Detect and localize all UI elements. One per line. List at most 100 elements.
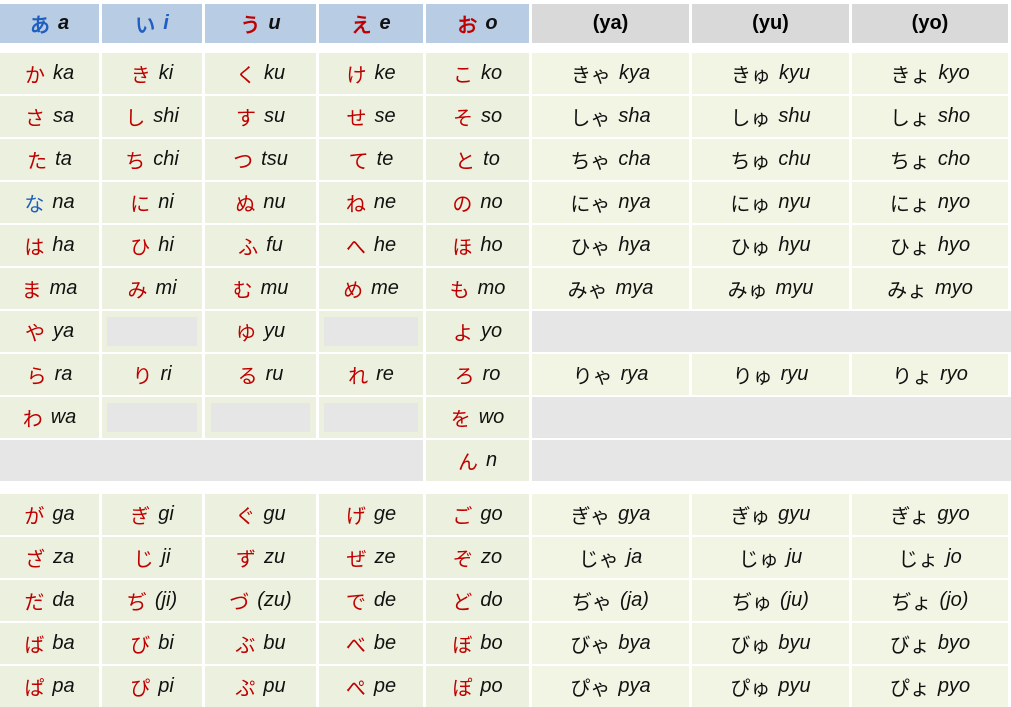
kana-char: ぐ	[235, 504, 256, 528]
romaji-text: hyo	[937, 234, 971, 256]
kana-char: みょ	[887, 278, 928, 302]
kana-char: げ	[345, 504, 366, 528]
kana-cell-shu: しゅ shu	[692, 96, 849, 137]
kana-char: しゃ	[570, 106, 611, 130]
romaji-text: ya	[52, 320, 75, 342]
kana-cell-ki: き ki	[102, 53, 202, 94]
romaji-text: tsu	[261, 148, 288, 170]
romaji-text: zu	[263, 546, 286, 568]
romaji-text: chi	[153, 148, 179, 170]
kana-char: ぢょ	[891, 590, 932, 614]
kana-cell-chi: ち chi	[102, 139, 202, 180]
kana-char: せ	[346, 106, 367, 130]
kana-char: む	[232, 278, 253, 302]
romaji-text: ji	[161, 546, 171, 568]
romaji-text: hya	[618, 234, 651, 256]
header-yoon-label: (yu)	[752, 12, 789, 34]
kana-char: ほ	[452, 235, 473, 259]
romaji-text: me	[371, 277, 399, 299]
romaji-text: po	[480, 675, 503, 697]
kana-char: ぴょ	[889, 676, 930, 700]
kana-cell-hyu: ひゅ hyu	[692, 225, 849, 266]
kana-char: ひょ	[889, 235, 930, 259]
kana-cell-byo: びょ byo	[852, 623, 1008, 664]
romaji-text: kyo	[938, 62, 970, 84]
kana-char: ん	[457, 450, 478, 474]
empty-cell	[102, 311, 202, 352]
romaji-text: bu	[263, 632, 286, 654]
kana-char: びょ	[889, 633, 930, 657]
romaji-text: pyu	[778, 675, 811, 697]
header-kana: あ	[29, 13, 50, 37]
kana-char: つ	[233, 149, 254, 173]
kana-cell-ne: ね ne	[319, 182, 423, 223]
kana-cell-gyo: ぎょ gyo	[852, 494, 1008, 535]
romaji-text: sa	[52, 105, 75, 127]
kana-char: ぴゃ	[570, 676, 611, 700]
romaji-text: shi	[153, 105, 179, 127]
romaji-text: ryo	[940, 363, 968, 385]
romaji-text: mya	[615, 277, 654, 299]
romaji-text: ra	[54, 363, 73, 385]
romaji-text: kyu	[778, 62, 811, 84]
kana-char: じゃ	[578, 547, 619, 571]
kana-cell-fu: ふ fu	[205, 225, 316, 266]
romaji-text: pu	[263, 675, 286, 697]
kana-char: ひ	[130, 235, 151, 259]
kana-char: にゃ	[570, 192, 611, 216]
kana-char: ぬ	[235, 192, 256, 216]
kana-cell-pi: ぴ pi	[102, 666, 202, 707]
romaji-text: gu	[263, 503, 286, 525]
romaji-text: ni	[158, 191, 174, 213]
kana-cell-ya: や ya	[0, 311, 99, 352]
kana-cell-ji: ぢ (ji)	[102, 580, 202, 621]
kana-cell-zo: ぞ zo	[426, 537, 529, 578]
header-romaji: u	[268, 12, 281, 34]
kana-char: しゅ	[730, 106, 771, 130]
kana-cell-mu: む mu	[205, 268, 316, 309]
romaji-text: hi	[158, 234, 174, 256]
kana-char: や	[24, 321, 45, 345]
kana-cell-zu: ず zu	[205, 537, 316, 578]
kana-char: ぎゅ	[730, 504, 771, 528]
kana-char: ご	[452, 504, 473, 528]
empty-cell-fill	[210, 403, 311, 432]
empty-region-left	[0, 440, 423, 481]
romaji-text: na	[52, 191, 75, 213]
kana-cell-bu: ぶ bu	[205, 623, 316, 664]
kana-cell-gya: ぎゃ gya	[532, 494, 689, 535]
kana-cell-pu: ぷ pu	[205, 666, 316, 707]
kana-cell-sa: さ sa	[0, 96, 99, 137]
romaji-text: n	[485, 449, 498, 471]
romaji-text: bo	[480, 632, 503, 654]
romaji-text: do	[480, 589, 503, 611]
kana-cell-ju: ぢゅ (ju)	[692, 580, 849, 621]
header-vowel-i: いi	[102, 4, 202, 43]
romaji-text: wa	[50, 406, 77, 428]
kana-char: び	[130, 633, 151, 657]
empty-cell	[102, 397, 202, 438]
empty-yoon-region	[532, 311, 1011, 352]
kana-cell-ke: け ke	[319, 53, 423, 94]
kana-char: す	[235, 106, 256, 130]
romaji-text: gi	[158, 503, 174, 525]
kana-char: め	[343, 278, 364, 302]
header-vowel-a: あa	[0, 4, 99, 43]
romaji-text: sha	[618, 105, 651, 127]
kana-cell-hya: ひゃ hya	[532, 225, 689, 266]
romaji-text: ki	[158, 62, 174, 84]
romaji-text: ta	[55, 148, 72, 170]
romaji-text: nyu	[778, 191, 811, 213]
kana-cell-nyu: にゅ nyu	[692, 182, 849, 223]
header-romaji: i	[163, 12, 169, 34]
romaji-text: ge	[373, 503, 397, 525]
kana-char: ふ	[238, 235, 259, 259]
kana-char: ら	[26, 364, 47, 388]
kana-char: ぎょ	[890, 504, 930, 528]
kana-cell-ju: じゅ ju	[692, 537, 849, 578]
kana-cell-re: れ re	[319, 354, 423, 395]
header-kana: う	[240, 13, 261, 37]
kana-char: ぺ	[345, 676, 366, 700]
romaji-text: be	[373, 632, 397, 654]
kana-char: にゅ	[730, 192, 771, 216]
